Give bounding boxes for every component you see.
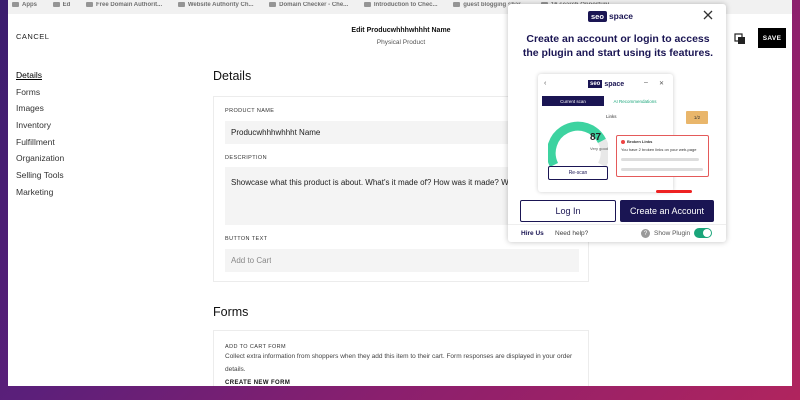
- hire-us-link[interactable]: Hire Us: [521, 230, 544, 237]
- broken-link-row: [621, 158, 699, 161]
- show-plugin-label: Show Plugin: [654, 230, 691, 237]
- bookmark-item[interactable]: Website Authority Ch...: [177, 0, 253, 10]
- issues-badge: 1/2: [686, 111, 708, 124]
- popup-headline: Create an account or login to access the…: [522, 33, 714, 59]
- save-button[interactable]: SAVE: [758, 28, 786, 48]
- product-name-label: PRODUCT NAME: [225, 108, 275, 114]
- nav-item-images[interactable]: Images: [16, 103, 64, 113]
- seo-plugin-popup: seo space Create an account or login to …: [508, 4, 726, 242]
- minimize-icon: –: [644, 79, 648, 86]
- page-title: Edit Producwhhhwhhht Name: [351, 27, 451, 34]
- illustration-logo: seo space: [588, 80, 624, 88]
- back-arrow-icon: ‹: [544, 80, 547, 87]
- bookmark-item[interactable]: Domain Checker - Che...: [269, 0, 348, 10]
- page-subtitle: Physical Product: [376, 39, 426, 46]
- help-icon[interactable]: ?: [641, 229, 650, 238]
- score-label: Very good: [590, 146, 609, 151]
- show-plugin-toggle[interactable]: [694, 228, 712, 238]
- illustration-tabs: Current scan AI Recommendations: [542, 96, 670, 106]
- description-value: Showcase what this product is about. Wha…: [231, 178, 511, 187]
- login-button[interactable]: Log In: [520, 200, 616, 222]
- create-account-button[interactable]: Create an Account: [620, 200, 714, 222]
- button-text-placeholder: Add to Cart: [231, 256, 272, 265]
- bookmark-item[interactable]: Ed: [52, 0, 70, 10]
- nav-item-forms[interactable]: Forms: [16, 87, 64, 97]
- tab-ai-recommendations: AI Recommendations: [613, 98, 657, 104]
- button-text-field[interactable]: Add to Cart: [225, 249, 579, 272]
- logo-space: space: [604, 80, 625, 88]
- highlight-underline: [656, 190, 692, 193]
- logo-seo: seo: [588, 10, 607, 22]
- nav-item-organization[interactable]: Organization: [16, 153, 64, 163]
- plugin-illustration: ‹ seo space – ✕ Current scan AI Recommen…: [532, 74, 709, 196]
- description-label: DESCRIPTION: [225, 155, 267, 161]
- button-text-label: BUTTON TEXT: [225, 236, 268, 242]
- bookmark-item[interactable]: Apps: [12, 0, 37, 10]
- forms-card: ADD TO CART FORM Collect extra informati…: [213, 330, 589, 386]
- forms-heading: Forms: [213, 305, 249, 319]
- details-heading: Details: [213, 69, 252, 83]
- product-title-block: Edit Producwhhhwhhht Name Physical Produ…: [338, 27, 464, 46]
- broken-links-message: You have 2 broken links on your web-page: [621, 147, 697, 152]
- seospace-logo: seo space: [588, 10, 633, 22]
- close-icon: ✕: [659, 81, 665, 87]
- close-icon[interactable]: [703, 10, 713, 20]
- bookmark-item[interactable]: Free Domain Authorit...: [86, 0, 162, 10]
- bookmark-item[interactable]: Introduction to Chec...: [363, 0, 438, 10]
- nav-item-fulfillment[interactable]: Fulfillment: [16, 137, 64, 147]
- cancel-button[interactable]: CANCEL: [16, 32, 49, 41]
- broken-links-card: Broken Links You have 2 broken links on …: [616, 135, 709, 177]
- forms-description: Collect extra information from shoppers …: [225, 353, 573, 373]
- nav-item-inventory[interactable]: Inventory: [16, 120, 64, 130]
- broken-links-title: Broken Links: [621, 139, 652, 144]
- create-new-form-button[interactable]: CREATE NEW FORM: [225, 380, 290, 386]
- nav-item-selling-tools[interactable]: Selling Tools: [16, 170, 64, 180]
- product-name-value: Producwhhhwhhht Name: [231, 128, 321, 137]
- logo-seo: seo: [588, 80, 603, 88]
- section-nav: Details Forms Images Inventory Fulfillme…: [16, 70, 64, 204]
- browser-frame: Apps Ed Free Domain Authorit... Website …: [8, 0, 792, 386]
- duplicate-icon[interactable]: [734, 33, 746, 45]
- rescan-button: Re-scan: [548, 166, 608, 180]
- tab-current-scan: Current scan: [542, 96, 604, 106]
- nav-item-details[interactable]: Details: [16, 70, 64, 80]
- logo-space: space: [608, 11, 634, 21]
- score-value: 87: [590, 132, 602, 143]
- broken-link-row: [621, 168, 703, 171]
- nav-item-marketing[interactable]: Marketing: [16, 187, 64, 197]
- need-help-link[interactable]: Need help?: [555, 230, 588, 237]
- popup-footer: Hire Us Need help? ? Show Plugin: [508, 224, 726, 242]
